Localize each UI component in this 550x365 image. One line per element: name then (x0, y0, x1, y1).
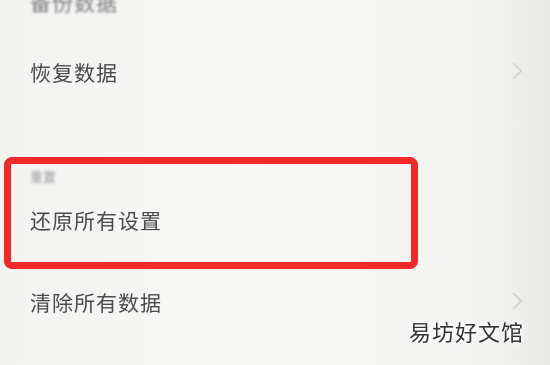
settings-item-label: 备份数据 (30, 0, 118, 16)
settings-screen: 备份数据 恢复数据 重置 还原所有设置 清除所有数据 易坊好文馆 (0, 0, 550, 365)
settings-item-restore-data[interactable]: 恢复数据 (0, 52, 550, 92)
settings-item-label: 清除所有数据 (30, 292, 162, 316)
chevron-right-icon (505, 292, 523, 310)
chevron-right-icon (505, 62, 523, 80)
highlight-annotation-box (4, 157, 418, 269)
settings-item-label: 恢复数据 (30, 62, 118, 86)
settings-item-backup[interactable]: 备份数据 (0, 0, 550, 16)
watermark: 易坊好文馆 (408, 322, 524, 347)
